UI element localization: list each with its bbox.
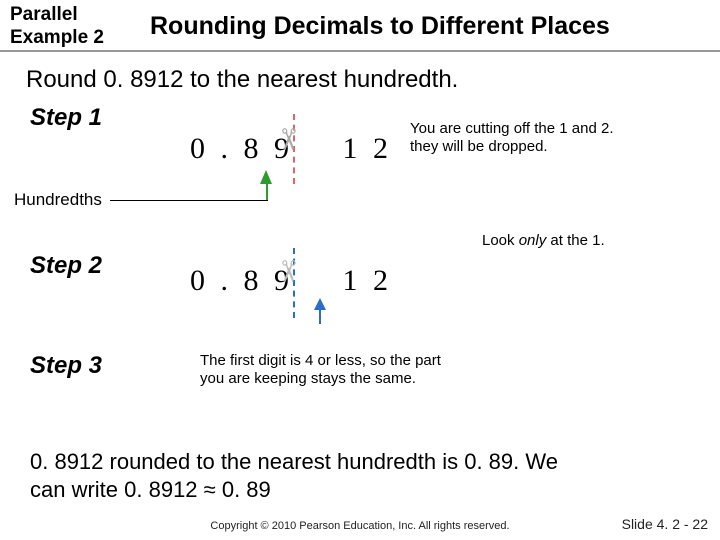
hundredths-pointer-line	[110, 200, 268, 201]
step-2-look-note: Look only at the 1.	[482, 232, 702, 250]
step-2-row: Look only at the 1. Step 2 0 . 8 9 1 2 ✂	[0, 232, 720, 352]
hundredths-label: Hundredths	[14, 190, 102, 210]
footer-slide-number: Slide 4. 2 - 22	[622, 516, 708, 532]
look-only: only	[519, 232, 547, 249]
arrow-stem-icon	[319, 308, 321, 324]
look-suffix: at the 1.	[546, 232, 604, 249]
parallel-line1: Parallel	[10, 4, 130, 27]
instruction-text: Round 0. 8912 to the nearest hundredth.	[0, 52, 720, 104]
scissors-icon: ✂	[270, 259, 305, 284]
step-1-note: You are cutting off the 1 and 2. they wi…	[410, 120, 700, 156]
arrow-stem-icon	[266, 182, 268, 200]
step-2-num-drop: 1 2	[343, 264, 393, 298]
step-3-label: Step 3	[30, 352, 102, 380]
conclusion-line2: can write 0. 8912 ≈ 0. 89	[30, 476, 690, 505]
step-3-note-line2: you are keeping stays the same.	[200, 370, 560, 388]
header: Parallel Example 2 Rounding Decimals to …	[0, 0, 720, 52]
step-1-num-drop: 1 2	[343, 132, 393, 166]
conclusion-line1: 0. 8912 rounded to the nearest hundredth…	[30, 448, 690, 477]
footer-copyright: Copyright © 2010 Pearson Education, Inc.…	[0, 520, 720, 532]
parallel-example-label: Parallel Example 2	[10, 4, 130, 50]
conclusion: 0. 8912 rounded to the nearest hundredth…	[0, 442, 720, 511]
step-2-label: Step 2	[30, 252, 102, 280]
step-1-label: Step 1	[30, 104, 102, 132]
look-prefix: Look	[482, 232, 519, 249]
step-1-row: Step 1 0 . 8 9 1 2 ✂ You are cutting off…	[0, 104, 720, 214]
scissors-icon: ✂	[270, 127, 305, 152]
step-1-note-line2: they will be dropped.	[410, 138, 700, 156]
step-3-row: Step 3 The first digit is 4 or less, so …	[0, 352, 720, 442]
parallel-line2: Example 2	[10, 27, 130, 50]
step-1-note-line1: You are cutting off the 1 and 2.	[410, 120, 700, 138]
page-title: Rounding Decimals to Different Places	[130, 4, 710, 41]
step-3-note-line1: The first digit is 4 or less, so the par…	[200, 352, 560, 370]
step-3-note: The first digit is 4 or less, so the par…	[200, 352, 560, 388]
